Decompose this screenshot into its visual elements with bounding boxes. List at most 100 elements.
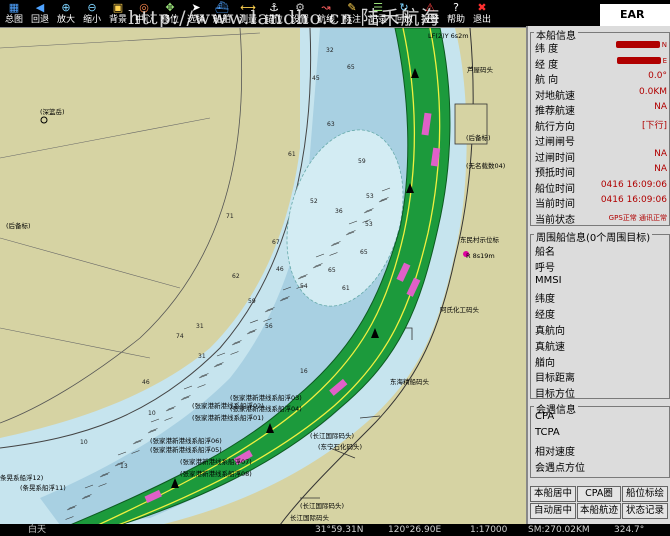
info-row: MMSI [535,274,669,290]
info-row: 过闸时间 NA [535,148,669,164]
status-bar: 白天 31°59.31N 120°26.90E 1:17000 SM:270.0… [0,524,670,536]
sounding-value: 10 [80,439,88,446]
info-row: 目标距离 [535,368,669,384]
toolbar-button-label: 退出 [472,15,491,25]
background-icon: ▣ [112,1,124,14]
info-key: 推荐航速 [535,106,575,117]
info-row: 船名 [535,242,669,258]
chart-label: (条晃系船浮11) [20,483,66,492]
chart-scale: 1:17000 [470,525,508,535]
info-row: 纬度 [535,289,669,305]
chart-label: (无名载数04) [466,161,505,170]
toolbar-button-label: 缩小 [82,15,101,25]
chart-label: (张家港新港线系船浮01) [192,413,264,422]
panel-button[interactable]: CPA圈 [577,486,621,502]
info-value: N [615,40,667,50]
cursor-latitude: 31°59.31N [315,525,364,535]
sounding-value: 56 [265,323,273,330]
info-key: 经 度 [535,59,559,71]
info-key: 预抵时间 [535,168,575,179]
info-row: 经 度E [535,55,669,71]
sounding-value: 46 [276,266,284,273]
info-row: 真航速 [535,337,669,353]
info-key: 船名 [535,247,555,258]
panel-button[interactable]: 船位标绘 [622,486,668,502]
info-value: [下行] [641,120,667,131]
info-key: 纬 度 [535,44,559,55]
panel-button[interactable]: 本船居中 [530,486,576,502]
panel-button[interactable]: 本船航迹 [577,503,621,519]
info-row: 艏向 [535,353,669,369]
chart-label: 阿氏化工码头 [440,305,480,314]
zoom-in-icon: ⊕ [61,1,71,14]
chart-label: (张家港新港线系船浮08) [180,469,252,478]
sounding-value: 74 [176,333,184,340]
chart-label: 条晃系船浮12) [0,473,43,482]
info-row: 呼号 [535,258,669,274]
toolbar-button-help[interactable]: ? 帮助 [443,0,469,27]
chart-label: (张家港新港线系船浮03) [230,393,302,402]
sounding-value: 10 [148,410,156,417]
sounding-value: 63 [327,121,335,128]
info-row: 当前状态 GPS正常 通讯正常 [535,210,669,226]
info-panel: 本船信息 纬 度N经 度E航 向 0.0° 对地航速 0.0KM 推荐航速 NA 航行方向[… [526,26,670,524]
toolbar-button-zoom-out[interactable]: ⊖ 缩小 [79,0,105,27]
toolbar-button-zoom-in[interactable]: ⊕ 放大 [53,0,79,27]
chart-label: (张家港新港线系船浮06) [150,436,222,445]
sounding-value: 62 [232,273,240,280]
toolbar-button-label: 总图 [4,15,23,25]
info-key: 当前时间 [535,199,575,210]
sounding-value: 53 [365,221,373,228]
info-row: 船位时间 0416 16:09:06 [535,179,669,195]
info-value: 0.0KM [639,86,667,97]
chart-label: (张家港新港线系船浮04) [230,404,302,413]
info-key: 会遇点方位 [535,463,585,474]
chart-label: 芦屋码头 [467,65,494,74]
panel-button[interactable]: 自动居中 [530,503,576,519]
chart-view[interactable]: 32 65 45 53 63 59 61 52 36 71 67 53 65 54 46 62 59 56 31 61… [0,27,526,524]
sounding-value: 67 [272,239,280,246]
toolbar-button-label: 回退 [30,15,49,25]
info-key: 目标方位 [535,389,575,401]
info-row: 过闸闸号 [535,132,669,148]
chart-label: 东海精船码头 [390,377,430,386]
info-key: 经度 [535,310,555,322]
info-key: 当前状态 [535,214,575,226]
sounding-value: 71 [226,213,234,220]
info-key: 对地航速 [535,90,575,102]
panel-button[interactable]: 状态记录 [622,503,668,519]
info-row: 真航向 [535,321,669,337]
sounding-value: 59 [248,298,256,305]
info-value: 0416 16:09:06 [600,195,667,205]
nearby-ship-group: 周围船信息(0个周围目标) 船名 呼号 MMSI 纬度 经度 真航向 真航速 艏向 目标距离 目标… [530,229,670,401]
overview-icon: ▦ [8,1,20,14]
info-key: 真航速 [535,341,565,353]
chart-label: (张家港新港线系船浮07) [180,457,252,466]
chart-label: (后备标) [466,133,491,142]
info-value: 0416 16:09:06 [600,179,667,190]
chart-label: 东民村示位标 [460,235,500,244]
exit-icon: ✖ [477,1,487,14]
toolbar-button-label: 放大 [56,15,75,25]
cursor-range: SM:270.02KM [528,525,590,535]
info-key: 呼号 [535,262,555,274]
toolbar-button-exit[interactable]: ✖ 退出 [469,0,495,27]
display-mode[interactable]: 白天 [28,524,46,536]
sounding-value: 61 [342,285,350,292]
info-key: 真航向 [535,326,565,337]
info-key: CPA [535,411,555,422]
brand-logo: EAR [600,4,670,26]
chart-label: (张家港新港线系船浮05) [150,445,222,454]
info-key: 相对速度 [535,447,575,458]
chart-label: (深篮岳) [40,107,65,116]
sounding-value: 16 [300,368,308,375]
encounter-group: 会遇信息 CPA TCPA 相对速度 会遇点方位 [530,401,670,478]
sounding-value: 45 [312,75,320,82]
info-key: 过闸时间 [535,152,575,164]
hemisphere-label: E [662,56,667,65]
info-value: NA [654,148,667,159]
toolbar-button-overview[interactable]: ▦ 总图 [1,0,27,27]
toolbar-button-back-arrow[interactable]: ◀ 回退 [27,0,53,27]
info-row: 预抵时间 NA [535,163,669,179]
info-value: E [616,56,667,66]
